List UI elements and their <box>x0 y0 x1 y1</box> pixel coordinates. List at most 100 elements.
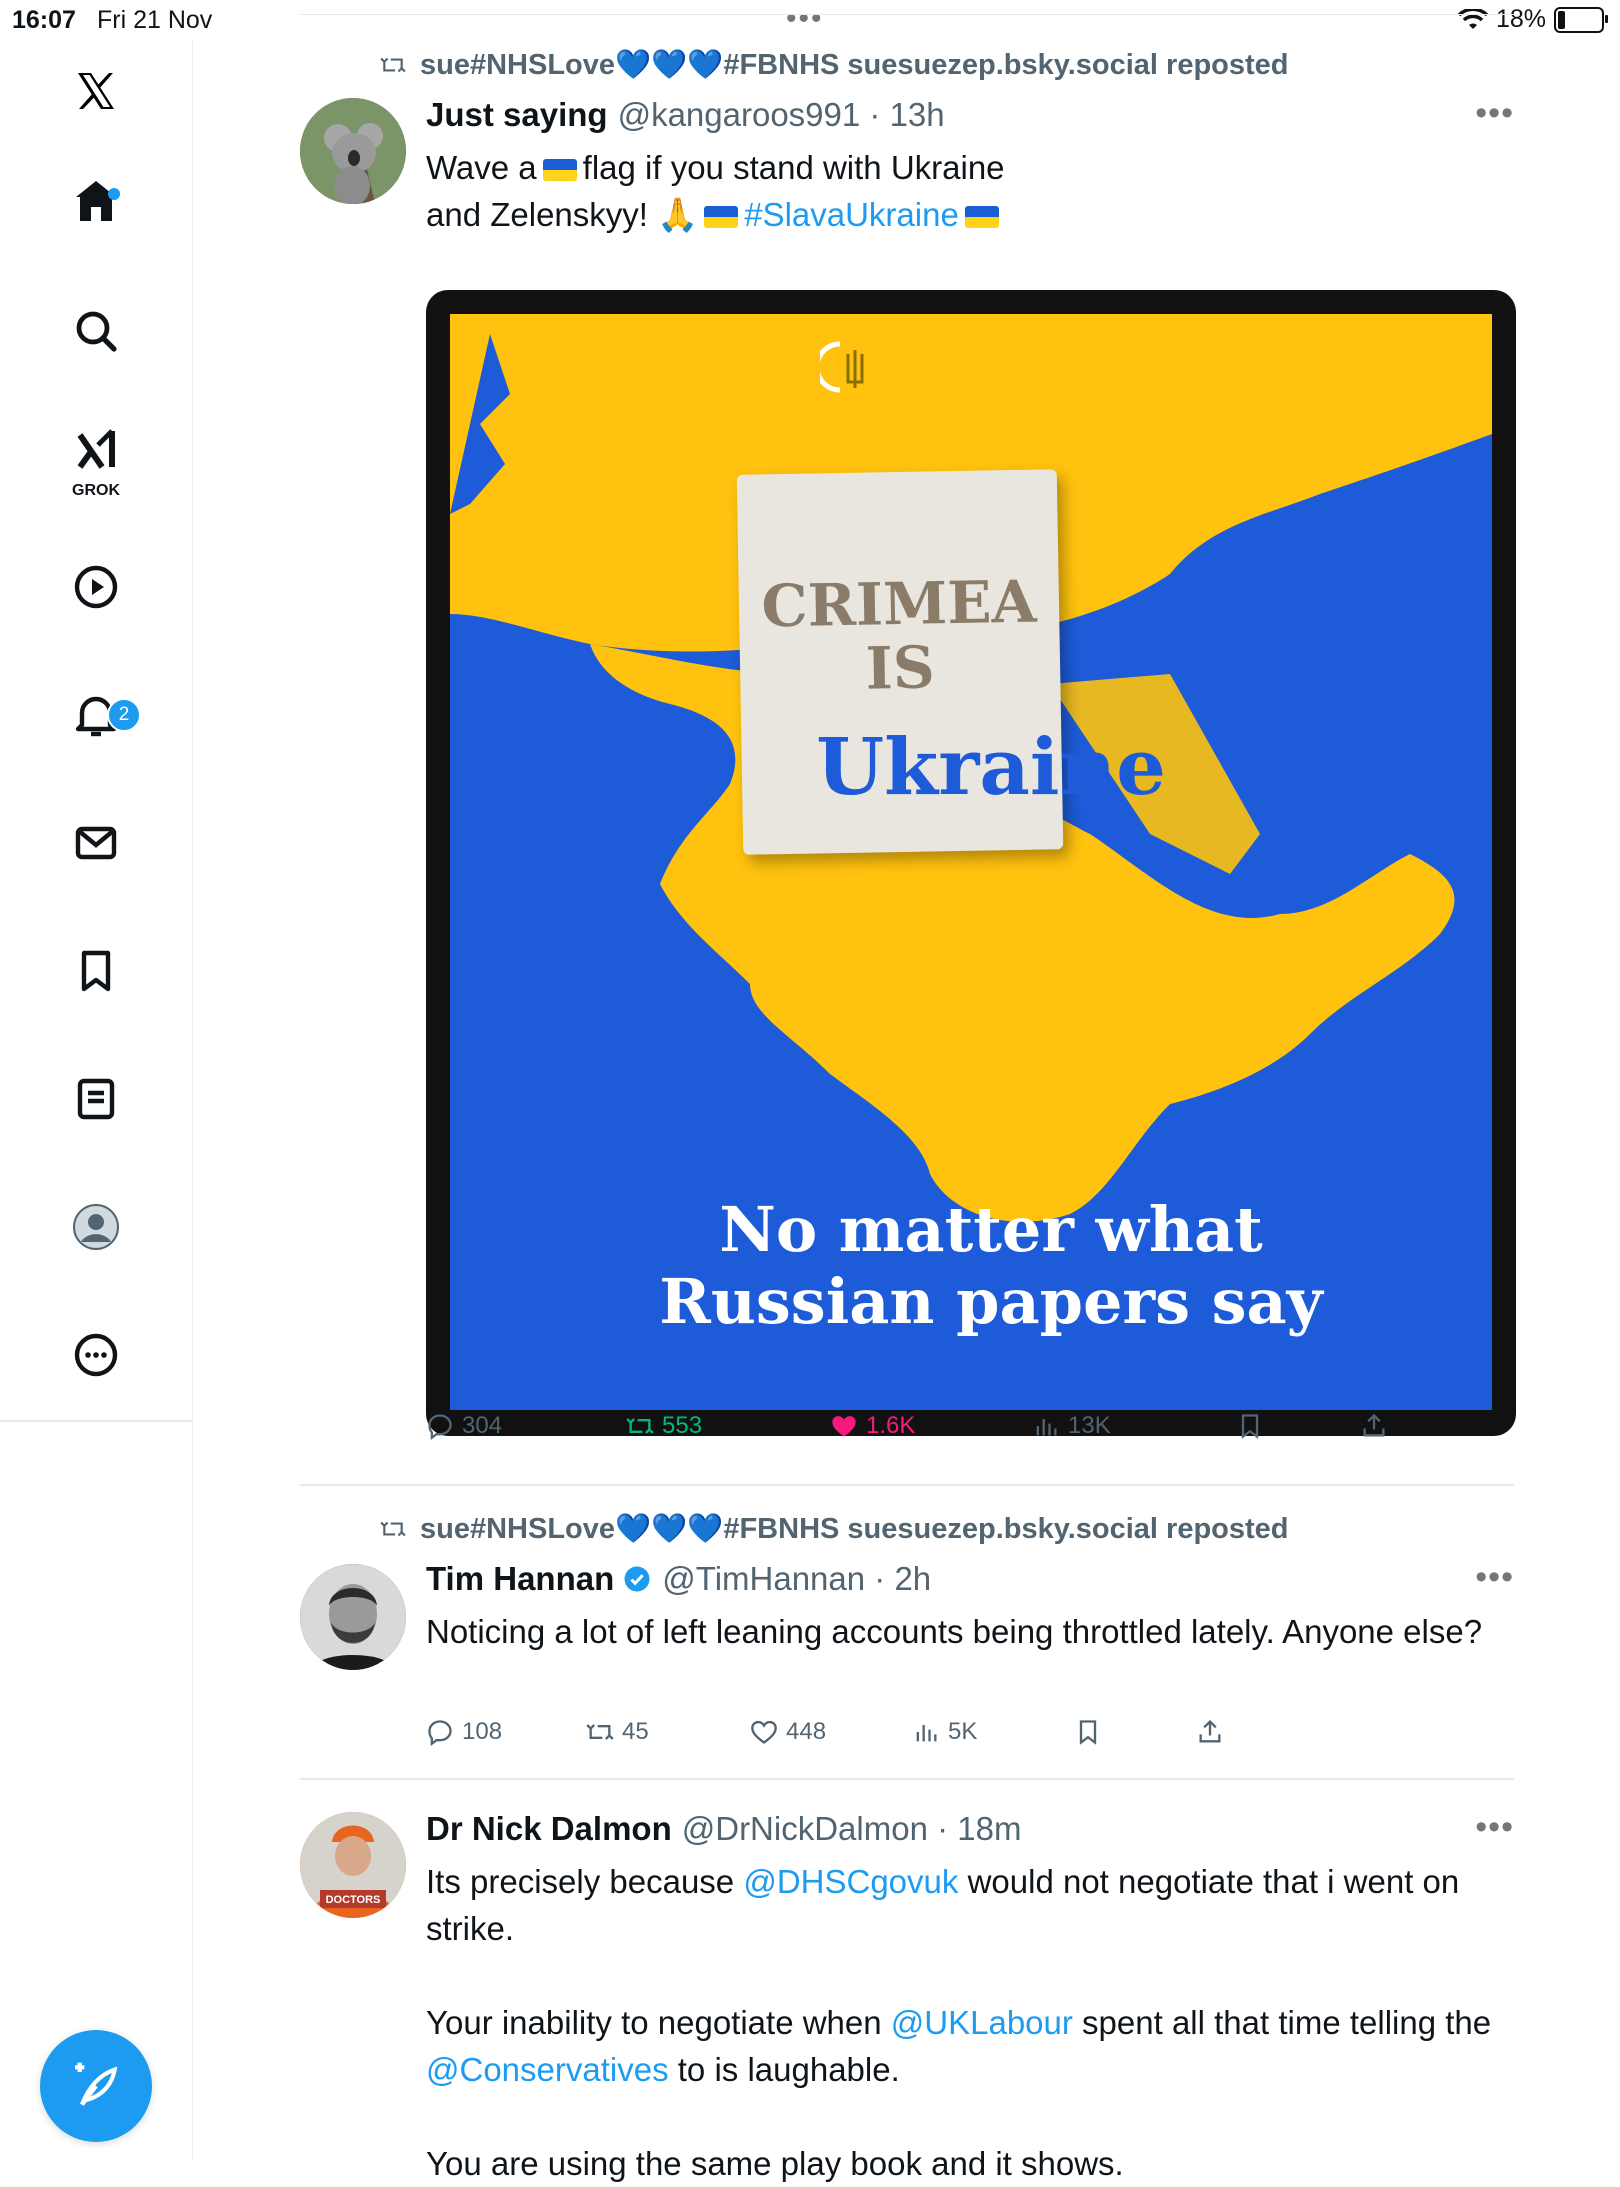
avatar[interactable] <box>300 1564 406 1670</box>
like-count: 1.6K <box>866 1412 916 1439</box>
post-actions: 304 553 1.6K 13K <box>426 1412 1426 1452</box>
mail-icon <box>75 826 117 860</box>
author-handle[interactable]: @DrNickDalmon · 18m <box>682 1810 1022 1848</box>
sidebar-item-messages[interactable] <box>0 798 192 888</box>
reply-count: 304 <box>462 1412 503 1439</box>
sidebar-item-lists[interactable] <box>0 1054 192 1144</box>
post-paragraph: You are using the same play book and it … <box>426 2145 1124 2182</box>
status-time: 16:07 <box>12 6 76 34</box>
feed-top-border <box>300 14 1514 15</box>
repost-header: sue#NHSLove💙💙💙#FBNHS suesuezep.bsky.soci… <box>378 1512 1289 1546</box>
sidebar-divider <box>0 1420 192 1422</box>
post-separator <box>300 1484 1514 1486</box>
author-name[interactable]: Just saying <box>426 96 608 134</box>
views-chart-icon <box>916 1725 937 1742</box>
mention-link[interactable]: @UKLabour <box>891 2004 1073 2041</box>
sidebar-item-grok[interactable]: GROK <box>0 406 192 499</box>
author-handle[interactable]: @TimHannan · 2h <box>662 1560 931 1598</box>
battery-percent: 18% <box>1495 5 1546 33</box>
post-just-saying[interactable]: sue#NHSLove💙💙💙#FBNHS suesuezep.bsky.soci… <box>300 48 1516 1448</box>
grok-icon <box>77 429 115 469</box>
sidebar-item-home[interactable] <box>0 156 192 246</box>
reply-count: 108 <box>462 1718 503 1745</box>
reply-icon <box>428 1720 452 1746</box>
views-button[interactable]: 13K <box>1032 1412 1111 1440</box>
post-tim-hannan[interactable]: sue#NHSLove💙💙💙#FBNHS suesuezep.bsky.soci… <box>300 1512 1514 1782</box>
like-button[interactable]: 1.6K <box>830 1412 915 1440</box>
post-header: Tim Hannan @TimHannan · 2h <box>426 1560 931 1598</box>
post-paragraph: Its precisely because @DHSCgovuk would n… <box>426 1858 1514 1952</box>
more-options-icon[interactable]: ••• <box>1475 1808 1514 1847</box>
battery-icon <box>1554 6 1608 33</box>
x-logo-icon[interactable] <box>0 46 192 136</box>
share-button[interactable] <box>1360 1412 1388 1440</box>
more-options-icon[interactable]: ••• <box>1475 1558 1514 1597</box>
koala-avatar-image <box>300 98 406 204</box>
post-text-part: Your inability to negotiate when <box>426 2004 891 2041</box>
hashtag-link[interactable]: #SlavaUkraine <box>744 196 959 233</box>
sidebar-item-notifications[interactable]: 2 <box>0 670 192 760</box>
headline-line: IS <box>865 633 936 703</box>
bookmark-icon <box>81 950 111 992</box>
views-chart-icon <box>1036 1419 1057 1436</box>
search-icon <box>76 311 117 352</box>
sidebar-nav: GROK 2 <box>0 40 193 2160</box>
like-button[interactable]: 448 <box>750 1718 826 1746</box>
author-name[interactable]: Tim Hannan <box>426 1560 614 1598</box>
tim-hannan-avatar-image <box>300 1564 406 1670</box>
post-actions: 108 45 448 5K <box>426 1718 1426 1758</box>
repost-icon <box>380 57 406 73</box>
ukraine-flag-icon <box>704 206 739 229</box>
share-icon <box>1363 1413 1385 1437</box>
repost-label: sue#NHSLove💙💙💙#FBNHS suesuezep.bsky.soci… <box>420 1513 1289 1545</box>
repost-count: 45 <box>622 1718 649 1745</box>
sidebar-item-more[interactable] <box>0 1310 192 1400</box>
sidebar-item-bookmarks[interactable] <box>0 926 192 1016</box>
post-separator <box>300 1778 1514 1780</box>
ukraine-flag-icon <box>542 159 577 182</box>
post-image[interactable]: CRIMEA IS Ukraine No matter what Russian… <box>426 290 1516 1436</box>
caption-line: Russian papers say <box>659 1265 1323 1338</box>
heart-filled-icon <box>832 1416 856 1437</box>
sidebar-item-profile[interactable] <box>0 1182 192 1272</box>
mention-link[interactable]: @DHSCgovuk <box>743 1863 958 1900</box>
repost-icon <box>626 1418 654 1434</box>
heart-icon <box>751 1720 777 1744</box>
avatar[interactable] <box>300 98 406 204</box>
reply-button[interactable]: 304 <box>426 1412 502 1440</box>
post-header: Dr Nick Dalmon @DrNickDalmon · 18m <box>426 1810 1021 1848</box>
ukraine-word: Ukraine <box>816 722 1166 813</box>
post-paragraph: Your inability to negotiate when @UKLabo… <box>426 1999 1514 2093</box>
bookmark-icon <box>1079 1720 1097 1745</box>
multitask-dots-icon[interactable]: ••• <box>786 2 824 36</box>
sidebar-item-videos[interactable] <box>0 542 192 632</box>
post-text-part: and Zelenskyy! 🙏 <box>426 196 699 233</box>
repost-icon <box>380 1521 406 1537</box>
compose-post-button[interactable] <box>40 2030 152 2142</box>
bookmark-button[interactable] <box>1236 1412 1264 1440</box>
wifi-icon <box>1457 8 1488 29</box>
views-count: 5K <box>948 1718 978 1745</box>
author-handle[interactable]: @kangaroos991 · 13h <box>618 96 945 134</box>
share-button[interactable] <box>1196 1718 1224 1746</box>
views-button[interactable]: 5K <box>912 1718 977 1746</box>
reply-icon <box>428 1414 452 1440</box>
repost-button[interactable]: 45 <box>586 1718 649 1746</box>
post-text-part: to is laughable. <box>668 2051 900 2088</box>
avatar[interactable]: DOCTORS <box>300 1812 406 1918</box>
mention-link[interactable]: @Conservatives <box>426 2051 669 2088</box>
status-date: Fri 21 Nov <box>97 6 213 34</box>
repost-button[interactable]: 553 <box>626 1412 702 1440</box>
post-dr-nick-dalmon[interactable]: DOCTORS Dr Nick Dalmon @DrNickDalmon · 1… <box>300 1800 1514 2182</box>
more-options-icon[interactable]: ••• <box>1475 94 1514 133</box>
post-text-part: spent all that time telling the <box>1072 2004 1492 2041</box>
bookmark-button[interactable] <box>1074 1718 1102 1746</box>
reply-button[interactable]: 108 <box>426 1718 502 1746</box>
repost-label: sue#NHSLove💙💙💙#FBNHS suesuezep.bsky.soci… <box>420 49 1289 81</box>
sidebar-item-explore[interactable] <box>0 286 192 376</box>
list-icon <box>77 1078 115 1120</box>
author-name[interactable]: Dr Nick Dalmon <box>426 1810 672 1848</box>
ukraine-flag-icon <box>964 206 999 229</box>
repost-icon <box>586 1724 614 1740</box>
post-text-part: flag if you stand with Ukraine <box>582 149 1005 186</box>
